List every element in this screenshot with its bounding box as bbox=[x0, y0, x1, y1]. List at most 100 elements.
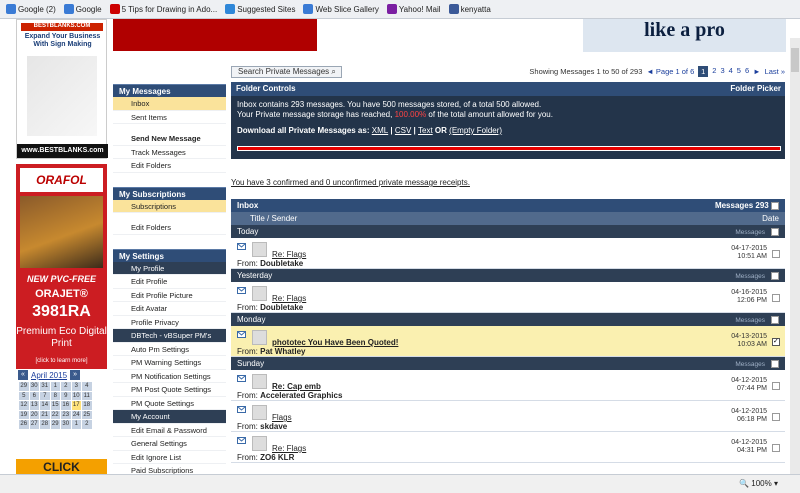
sidebar-item-my-account[interactable]: My Account bbox=[113, 410, 226, 424]
page-of-dropdown[interactable]: ◄ Page 1 of 6 bbox=[646, 67, 694, 76]
click-ad[interactable]: CLICK bbox=[16, 459, 107, 474]
bookmark-5[interactable]: Web Slice Gallery bbox=[303, 4, 379, 14]
calendar-month-link[interactable]: April 2015 bbox=[31, 371, 67, 380]
calendar-day[interactable]: 27 bbox=[28, 419, 40, 430]
sidebar-item-sent-items[interactable]: Sent Items bbox=[113, 110, 226, 124]
message-select-checkbox[interactable] bbox=[772, 249, 780, 258]
sidebar-item-send-new-message[interactable]: Send New Message bbox=[113, 132, 226, 146]
calendar-day[interactable]: 24 bbox=[70, 409, 82, 420]
sender-name[interactable]: Doubletake bbox=[260, 303, 303, 312]
bookmark-6[interactable]: Yahoo! Mail bbox=[386, 4, 441, 14]
message-row[interactable]: Re: Flags From: ZO6 KLR 04-12-2015 04:31 PM bbox=[231, 432, 785, 463]
bookmark-7[interactable]: kenyatta bbox=[448, 4, 491, 14]
message-select-checkbox[interactable] bbox=[772, 293, 780, 302]
page-5-link[interactable]: 5 bbox=[737, 66, 741, 77]
message-checkbox[interactable] bbox=[772, 381, 780, 390]
vertical-scrollbar[interactable] bbox=[790, 38, 800, 474]
calendar-day[interactable]: 15 bbox=[49, 400, 61, 411]
sidebar-item-pm-post-quote-settings[interactable]: PM Post Quote Settings bbox=[113, 383, 226, 397]
sidebar-item-paid-subscriptions[interactable]: Paid Subscriptions bbox=[113, 464, 226, 474]
sender-name[interactable]: Pat Whatley bbox=[260, 347, 305, 356]
sidebar-item-edit-folders[interactable]: Edit Folders bbox=[113, 159, 226, 173]
message-subject-link[interactable]: Flags bbox=[272, 413, 292, 422]
message-select-checkbox[interactable] bbox=[772, 337, 780, 346]
calendar-day[interactable]: 14 bbox=[39, 400, 51, 411]
calendar-day[interactable]: 5 bbox=[18, 390, 30, 401]
download-csv-link[interactable]: CSV bbox=[395, 126, 411, 135]
sender-avatar[interactable] bbox=[252, 330, 267, 345]
sidebar-item-profile-privacy[interactable]: Profile Privacy bbox=[113, 315, 226, 329]
date-column[interactable]: Date bbox=[762, 212, 779, 225]
last-page-link[interactable]: Last » bbox=[765, 67, 785, 76]
sidebar-item-dbtech-vbsuper-pm-s[interactable]: DBTech - vBSuper PM's bbox=[113, 329, 226, 343]
top-banner-ad[interactable] bbox=[113, 19, 317, 51]
sidebar-item-inbox[interactable]: Inbox bbox=[113, 97, 226, 111]
group-select-checkbox[interactable] bbox=[771, 315, 779, 324]
calendar-day[interactable]: 20 bbox=[28, 409, 40, 420]
message-checkbox[interactable] bbox=[772, 337, 780, 346]
next-page-button[interactable]: ► bbox=[753, 67, 760, 76]
sender-avatar[interactable] bbox=[252, 242, 267, 257]
message-row[interactable]: phototec You Have Been Quoted! From: Pat … bbox=[231, 326, 785, 357]
orafol-ad[interactable]: ORAFOL NEW PVC-FREE ORAJET® 3981RA Premi… bbox=[16, 164, 107, 379]
message-row[interactable]: Flags From: skdave 04-12-2015 06:18 PM bbox=[231, 401, 785, 432]
message-row[interactable]: Re: Flags From: Doubletake 04-17-2015 10:51… bbox=[231, 238, 785, 269]
calendar-day[interactable]: 29 bbox=[18, 381, 30, 392]
sender-name[interactable]: ZO6 KLR bbox=[260, 453, 294, 462]
calendar-day[interactable]: 16 bbox=[60, 400, 72, 411]
calendar-day[interactable]: 12 bbox=[18, 400, 30, 411]
sidebar-item-edit-folders[interactable]: Edit Folders bbox=[113, 221, 226, 235]
calendar-day[interactable]: 9 bbox=[60, 390, 72, 401]
sidebar-item-edit-avatar[interactable]: Edit Avatar bbox=[113, 302, 226, 316]
page-6-link[interactable]: 6 bbox=[745, 66, 749, 77]
calendar-prev-icon[interactable]: « bbox=[18, 370, 28, 380]
sender-name[interactable]: skdave bbox=[260, 422, 287, 431]
message-select-checkbox[interactable] bbox=[772, 381, 780, 390]
message-subject-link[interactable]: Re: Flags bbox=[272, 444, 306, 453]
select-all-checkbox[interactable] bbox=[771, 201, 779, 210]
message-subject-link[interactable]: Re: Flags bbox=[272, 250, 306, 259]
empty-folder-link[interactable]: (Empty Folder) bbox=[449, 126, 502, 135]
message-subject-link[interactable]: Re: Flags bbox=[272, 294, 306, 303]
page-4-link[interactable]: 4 bbox=[729, 66, 733, 77]
bookmark-3[interactable]: 5 Tips for Drawing in Ado... bbox=[109, 4, 217, 14]
ad-learn-more-link[interactable]: [click to learn more] bbox=[16, 358, 107, 364]
calendar-day[interactable]: 6 bbox=[28, 390, 40, 401]
calendar-day[interactable]: 4 bbox=[81, 381, 93, 392]
sender-avatar[interactable] bbox=[252, 374, 267, 389]
calendar-day[interactable]: 18 bbox=[81, 400, 93, 411]
page-2-link[interactable]: 2 bbox=[712, 66, 716, 77]
sidebar-item-subscriptions[interactable]: Subscriptions bbox=[113, 199, 226, 213]
bestblanks-ad[interactable]: BESTBLANKS.COM Expand Your Business With… bbox=[16, 19, 108, 159]
message-checkbox[interactable] bbox=[772, 293, 780, 302]
page-1-link[interactable]: 1 bbox=[698, 66, 709, 77]
sidebar-item-pm-warning-settings[interactable]: PM Warning Settings bbox=[113, 356, 226, 370]
calendar-day[interactable]: 30 bbox=[28, 381, 40, 392]
bookmark-2[interactable]: Google bbox=[63, 4, 102, 14]
calendar-day[interactable]: 26 bbox=[18, 419, 30, 430]
calendar-day[interactable]: 2 bbox=[60, 381, 72, 392]
like-a-pro-banner[interactable]: like a pro bbox=[583, 19, 786, 52]
calendar-day[interactable]: 8 bbox=[49, 390, 61, 401]
sidebar-item-edit-email-password[interactable]: Edit Email & Password bbox=[113, 423, 226, 437]
calendar-day[interactable]: 1 bbox=[49, 381, 61, 392]
calendar-day[interactable]: 23 bbox=[60, 409, 72, 420]
message-subject-link[interactable]: phototec You Have Been Quoted! bbox=[272, 338, 398, 347]
calendar-day[interactable]: 28 bbox=[39, 419, 51, 430]
group-select-checkbox[interactable] bbox=[771, 359, 779, 368]
download-text-link[interactable]: Text bbox=[418, 126, 433, 135]
sender-avatar[interactable] bbox=[252, 286, 267, 301]
message-select-checkbox[interactable] bbox=[772, 412, 780, 421]
zoom-level[interactable]: 🔍 100% ▾ bbox=[739, 479, 778, 488]
calendar-day[interactable]: 11 bbox=[81, 390, 93, 401]
sidebar-item-auto-pm-settings[interactable]: Auto Pm Settings bbox=[113, 342, 226, 356]
calendar-day[interactable]: 1 bbox=[70, 419, 82, 430]
scrollbar-thumb[interactable] bbox=[791, 48, 799, 72]
sidebar-item-edit-profile-picture[interactable]: Edit Profile Picture bbox=[113, 288, 226, 302]
calendar-next-icon[interactable]: » bbox=[70, 370, 81, 380]
sidebar-item-general-settings[interactable]: General Settings bbox=[113, 437, 226, 451]
calendar-day[interactable]: 17 bbox=[70, 400, 82, 411]
sidebar-item-pm-notification-settings[interactable]: PM Notification Settings bbox=[113, 369, 226, 383]
message-subject-link[interactable]: Re: Cap emb bbox=[272, 382, 321, 391]
sender-avatar[interactable] bbox=[252, 436, 267, 451]
